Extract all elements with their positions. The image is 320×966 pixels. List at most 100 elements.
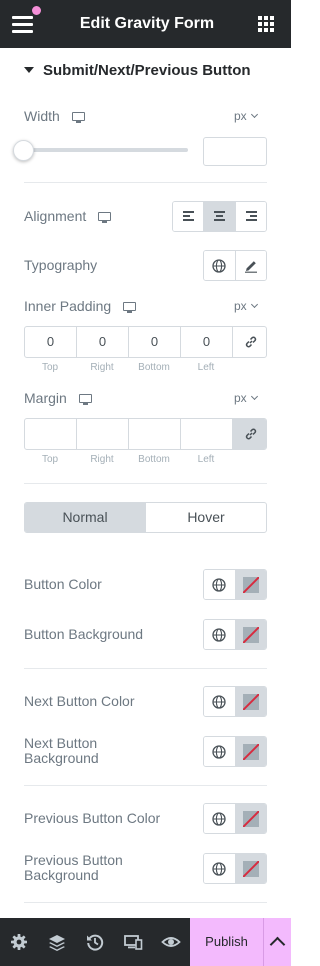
padding-bottom-input[interactable]: 0 (129, 327, 181, 357)
next-button-color-label: Next Button Color (24, 693, 135, 709)
eye-icon[interactable] (161, 932, 181, 952)
global-color-button[interactable] (204, 854, 236, 883)
chevron-down-icon (250, 110, 258, 119)
divider (24, 668, 267, 669)
layers-icon[interactable] (47, 932, 67, 952)
margin-side-labels: Top Right Bottom Left (41, 454, 215, 465)
desktop-icon[interactable] (78, 394, 92, 405)
link-values-button[interactable] (233, 327, 266, 357)
margin-right-input[interactable] (77, 419, 129, 449)
width-slider-track[interactable] (24, 148, 188, 152)
margin-label: Margin (24, 390, 92, 406)
empty-color-icon (242, 627, 259, 643)
previous-button-background-label: Previous Button Background (24, 852, 123, 883)
color-picker-swatch[interactable] (235, 737, 266, 766)
margin-unit-select[interactable]: px (234, 391, 258, 405)
globe-icon (212, 258, 226, 273)
color-picker-swatch[interactable] (235, 570, 266, 599)
width-input[interactable] (203, 137, 267, 166)
color-picker-swatch[interactable] (235, 854, 266, 883)
empty-color-icon (242, 694, 259, 710)
divider (24, 483, 267, 484)
global-color-button[interactable] (204, 570, 236, 599)
gear-icon[interactable] (9, 932, 29, 952)
link-values-button[interactable] (233, 419, 266, 449)
width-unit-select[interactable]: px (234, 109, 258, 123)
globe-icon (212, 577, 226, 592)
empty-color-icon (242, 744, 259, 760)
global-color-button[interactable] (204, 620, 236, 649)
section-title: Submit/Next/Previous Button (43, 62, 251, 79)
global-color-button[interactable] (204, 804, 236, 833)
margin-fields (24, 418, 267, 450)
previous-button-color-label: Previous Button Color (24, 810, 161, 826)
margin-left-input[interactable] (181, 419, 233, 449)
padding-left-input[interactable]: 0 (181, 327, 233, 357)
publish-options-chevron-up-icon[interactable] (263, 918, 291, 966)
button-color-control (203, 569, 267, 600)
link-icon (245, 428, 257, 440)
global-typography-button[interactable] (204, 251, 236, 280)
grid-icon[interactable] (258, 16, 274, 32)
bottom-toolbar: Publish (0, 918, 291, 966)
color-picker-swatch[interactable] (235, 687, 266, 716)
typography-control (203, 250, 267, 281)
divider (24, 902, 267, 903)
empty-color-icon (242, 811, 259, 827)
align-right-button[interactable] (235, 202, 266, 231)
padding-top-input[interactable]: 0 (25, 327, 77, 357)
globe-icon (212, 861, 226, 876)
edit-typography-button[interactable] (235, 251, 266, 280)
desktop-icon[interactable] (98, 212, 112, 223)
button-color-label: Button Color (24, 576, 102, 592)
globe-icon (212, 694, 226, 709)
button-background-control (203, 619, 267, 650)
align-center-button[interactable] (204, 202, 236, 231)
tab-hover[interactable]: Hover (146, 503, 266, 532)
inner-padding-fields: 0 0 0 0 (24, 326, 267, 358)
color-picker-swatch[interactable] (235, 620, 266, 649)
color-picker-swatch[interactable] (235, 804, 266, 833)
divider (24, 785, 267, 786)
state-tabs: Normal Hover (24, 502, 267, 533)
margin-bottom-input[interactable] (129, 419, 181, 449)
width-slider-handle[interactable] (13, 140, 34, 161)
desktop-icon[interactable] (71, 112, 85, 123)
empty-color-icon (242, 861, 259, 877)
align-left-button[interactable] (173, 202, 205, 231)
previous-button-background-control (203, 853, 267, 884)
section-header[interactable]: Submit/Next/Previous Button (24, 60, 251, 82)
next-button-color-control (203, 686, 267, 717)
empty-color-icon (242, 577, 259, 593)
next-button-background-label: Next Button Background (24, 735, 99, 766)
alignment-label: Alignment (24, 208, 112, 224)
globe-icon (212, 744, 226, 759)
pencil-icon (244, 260, 257, 273)
top-bar: Edit Gravity Form (0, 0, 291, 48)
inner-padding-unit-select[interactable]: px (234, 299, 258, 313)
global-color-button[interactable] (204, 687, 236, 716)
inner-padding-side-labels: Top Right Bottom Left (41, 362, 215, 373)
hamburger-menu-icon[interactable] (10, 6, 41, 36)
alignment-choices (172, 201, 267, 232)
link-icon (245, 336, 257, 348)
tab-normal[interactable]: Normal (25, 503, 146, 532)
desktop-icon[interactable] (123, 302, 137, 313)
notification-dot (32, 6, 41, 15)
divider (24, 182, 267, 183)
chevron-down-icon (250, 300, 258, 309)
padding-right-input[interactable]: 0 (77, 327, 129, 357)
globe-icon (212, 811, 226, 826)
page-title: Edit Gravity Form (79, 15, 215, 32)
margin-top-input[interactable] (25, 419, 77, 449)
globe-icon (212, 627, 226, 642)
inner-padding-label: Inner Padding (24, 298, 137, 314)
caret-down-icon (24, 67, 34, 73)
history-icon[interactable] (85, 932, 105, 952)
chevron-down-icon (250, 392, 258, 401)
global-color-button[interactable] (204, 737, 236, 766)
typography-label: Typography (24, 257, 98, 273)
publish-button[interactable]: Publish (190, 918, 263, 966)
responsive-icon[interactable] (123, 932, 143, 952)
width-label: Width (24, 108, 85, 124)
